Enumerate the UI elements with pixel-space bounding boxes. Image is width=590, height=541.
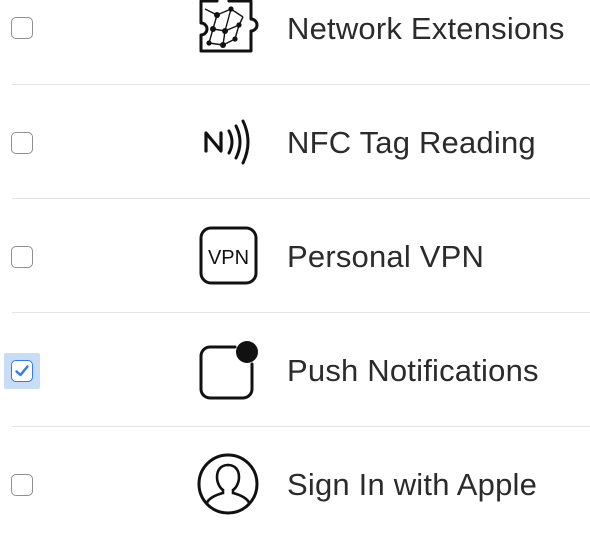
capability-row-sign-in-with-apple[interactable]: Sign In with Apple [0, 427, 590, 541]
capability-row-nfc-tag-reading[interactable]: NFC Tag Reading [0, 85, 590, 199]
network-extensions-icon [195, 0, 261, 61]
capability-row-push-notifications[interactable]: Push Notifications [0, 313, 590, 427]
sign-in-with-apple-checkbox[interactable] [11, 474, 33, 496]
nfc-tag-reading-checkbox[interactable] [11, 132, 33, 154]
network-extensions-checkbox[interactable] [11, 17, 33, 39]
capability-label: Sign In with Apple [287, 467, 538, 502]
personal-vpn-checkbox[interactable] [11, 246, 33, 268]
capability-label: NFC Tag Reading [287, 125, 536, 160]
checkmark-icon [15, 365, 29, 377]
push-notifications-icon [195, 337, 261, 403]
vpn-icon: VPN [195, 223, 261, 289]
vpn-icon-text: VPN [208, 247, 249, 269]
sign-in-with-apple-icon [195, 451, 261, 517]
capability-label: Personal VPN [287, 239, 485, 274]
checkbox-box [11, 360, 33, 382]
nfc-icon [195, 109, 261, 175]
capability-label: Network Extensions [287, 11, 565, 46]
capability-label: Push Notifications [287, 353, 539, 388]
capability-row-network-extensions[interactable]: Network Extensions [0, 0, 590, 85]
push-notifications-checkbox[interactable] [4, 353, 40, 389]
capability-row-personal-vpn[interactable]: VPN Personal VPN [0, 199, 590, 313]
capabilities-list: Network Extensions NFC Tag Reading VPN P… [0, 0, 590, 520]
